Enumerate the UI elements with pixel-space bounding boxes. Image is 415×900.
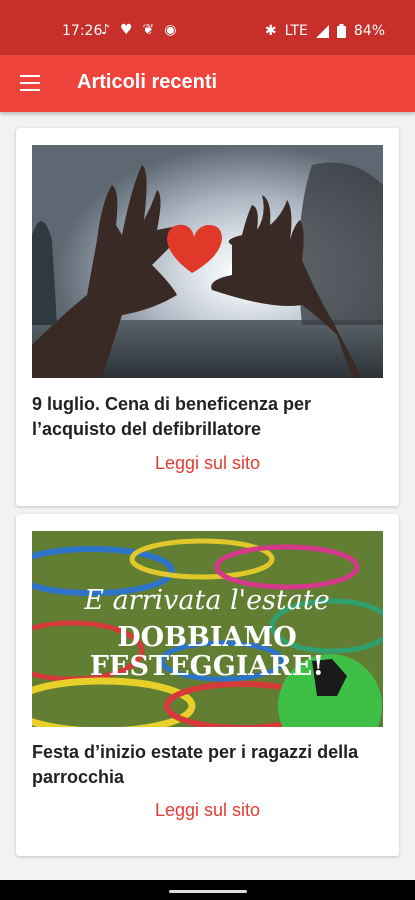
status-bar: 17:26 ♪ ♥ ❦ ◉ ✱ LTE 84% [0,0,415,55]
article-card[interactable]: 9 luglio. Cena di beneficenza per l’acqu… [16,128,399,506]
system-status: ✱ LTE 84% [265,23,385,39]
image-text-line2: DOBBIAMO [117,622,297,653]
app-bar: Articoli recenti [0,55,415,112]
battery-level: 84% [353,23,385,39]
image-text-line3: FESTEGGIARE! [90,651,324,682]
read-on-site-link[interactable]: Leggi sul sito [16,453,399,474]
leaf-icon: ❦ [142,22,155,38]
signal-icon [315,24,329,38]
summer-party-image: E arrivata l'estate DOBBIAMO FESTEGGIARE… [32,531,383,727]
article-card[interactable]: E arrivata l'estate DOBBIAMO FESTEGGIARE… [16,514,399,856]
bluetooth-icon: ✱ [264,23,277,39]
status-time: 17:26 [62,23,103,39]
article-image[interactable] [32,145,383,378]
home-gesture-handle[interactable] [169,890,247,893]
page-title: Articoli recenti [77,71,218,93]
network-type: LTE [284,23,308,39]
article-title[interactable]: Festa d’inizio estate per i ragazzi dell… [32,740,382,790]
navigation-bar [0,880,415,900]
article-title[interactable]: 9 luglio. Cena di beneficenza per l’acqu… [32,392,382,442]
heart-icon: ♥ [119,22,133,38]
hamburger-menu-icon[interactable] [20,75,40,91]
battery-icon [336,24,346,38]
app-badge-icon: ◉ [164,22,177,38]
tiktok-icon: ♪ [101,22,110,38]
image-text-line1: E arrivata l'estate [83,585,329,616]
read-on-site-link[interactable]: Leggi sul sito [16,800,399,821]
hands-heart-image [32,145,383,378]
article-image[interactable]: E arrivata l'estate DOBBIAMO FESTEGGIARE… [32,531,383,727]
notification-icons: ♪ ♥ ❦ ◉ [101,22,176,38]
